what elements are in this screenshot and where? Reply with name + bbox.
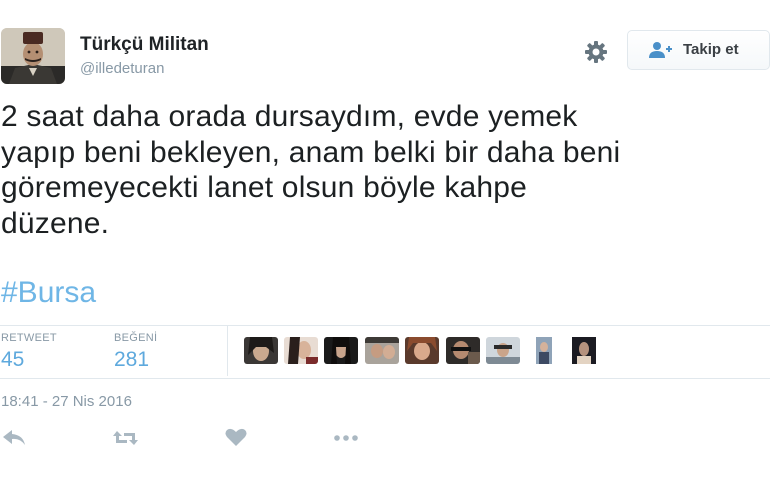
follow-label: Takip et (683, 41, 739, 58)
tweet-header: Türkçü Militan @illedeturan Takip et (0, 28, 770, 88)
follow-button[interactable]: Takip et (627, 30, 770, 70)
heart-icon[interactable] (223, 426, 253, 450)
stats-separator (227, 326, 228, 376)
like-stat[interactable]: BEĞENİ 281 (114, 332, 157, 372)
liker-avatar[interactable] (486, 337, 520, 364)
liker-avatar[interactable] (527, 337, 561, 364)
liker-avatar[interactable] (365, 337, 399, 364)
user-handle[interactable]: @illedeturan (80, 60, 164, 77)
liker-avatar[interactable] (244, 337, 278, 364)
tweet-timestamp[interactable]: 18:41 - 27 Nis 2016 (1, 393, 132, 410)
retweet-icon[interactable] (111, 426, 141, 450)
liker-avatar[interactable] (567, 337, 601, 364)
retweet-label: RETWEET (1, 332, 57, 344)
more-icon[interactable] (333, 426, 363, 450)
gear-icon[interactable] (583, 39, 609, 65)
liker-avatar[interactable] (446, 337, 480, 364)
stats-bottom-divider (0, 378, 770, 379)
liker-avatar[interactable] (405, 337, 439, 364)
liker-avatar[interactable] (324, 337, 358, 364)
stats-top-divider (0, 325, 770, 326)
like-count: 281 (114, 348, 150, 371)
like-label: BEĞENİ (114, 332, 158, 344)
reply-icon[interactable] (0, 426, 30, 450)
avatar[interactable] (1, 28, 65, 84)
retweet-stat[interactable]: RETWEET 45 (1, 332, 57, 372)
liker-avatar[interactable] (284, 337, 318, 364)
hashtag-link[interactable]: #Bursa (1, 276, 96, 310)
display-name[interactable]: Türkçü Militan (80, 34, 209, 56)
add-person-icon (647, 41, 673, 59)
tweet-text: 2 saat daha orada dursaydım, evde yemek … (1, 100, 621, 240)
retweet-count: 45 (1, 348, 25, 371)
